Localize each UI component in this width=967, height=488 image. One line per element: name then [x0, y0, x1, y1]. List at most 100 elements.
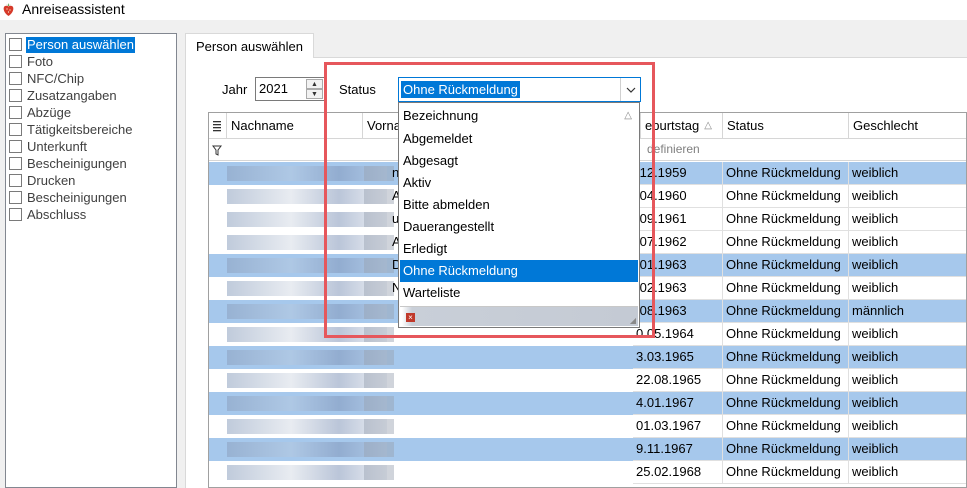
table-row[interactable]: 4.01.1967 Ohne Rückmeldung weiblich — [209, 392, 966, 415]
tab-person-auswaehlen[interactable]: Person auswählen — [185, 33, 314, 58]
geschlecht-cell: weiblich — [849, 346, 966, 369]
step-checkbox[interactable] — [9, 140, 22, 153]
step-label: NFC/Chip — [27, 70, 85, 86]
geburtstag-cell: 9.11.1967 — [633, 438, 723, 461]
status-cell: Ohne Rückmeldung — [723, 346, 849, 369]
step-person-auswaehlen[interactable]: Person auswählen — [9, 36, 135, 53]
strawberry-icon — [3, 3, 14, 16]
step-label: Foto — [27, 53, 54, 69]
step-label: Person auswählen — [26, 36, 135, 53]
status-cell: Ohne Rückmeldung — [723, 392, 849, 415]
vorname-cell — [389, 438, 419, 461]
table-row[interactable]: 9.11.1967 Ohne Rückmeldung weiblich — [209, 438, 966, 461]
geburtstag-cell: 4.01.1967 — [633, 392, 723, 415]
geschlecht-cell: weiblich — [849, 254, 966, 277]
step-bescheinigungen-2[interactable]: Bescheinigungen — [9, 189, 128, 206]
step-zusatzangaben[interactable]: Zusatzangaben — [9, 87, 118, 104]
geschlecht-cell: weiblich — [849, 415, 966, 438]
status-cell: Ohne Rückmeldung — [723, 300, 849, 323]
step-checkbox[interactable] — [9, 106, 22, 119]
status-cell: Ohne Rückmeldung — [723, 162, 849, 185]
status-cell: Ohne Rückmeldung — [723, 438, 849, 461]
geschlecht-cell: weiblich — [849, 461, 966, 484]
status-cell: Ohne Rückmeldung — [723, 461, 849, 484]
vorname-cell — [389, 346, 419, 369]
status-cell: Ohne Rückmeldung — [723, 369, 849, 392]
column-header-status[interactable]: Status — [723, 113, 849, 139]
table-row[interactable]: 01.03.1967 Ohne Rückmeldung weiblich — [209, 415, 966, 438]
vorname-cell — [389, 461, 419, 484]
step-label: Bescheinigungen — [27, 189, 127, 205]
table-row[interactable]: 25.02.1968 Ohne Rückmeldung weiblich — [209, 461, 966, 484]
step-unterkunft[interactable]: Unterkunft — [9, 138, 88, 155]
geschlecht-cell: weiblich — [849, 392, 966, 415]
step-abzuege[interactable]: Abzüge — [9, 104, 72, 121]
vorname-cell — [389, 392, 419, 415]
step-label: Unterkunft — [27, 138, 87, 154]
step-checkbox[interactable] — [9, 123, 22, 136]
status-cell: Ohne Rückmeldung — [723, 323, 849, 346]
status-cell: Ohne Rückmeldung — [723, 185, 849, 208]
geschlecht-cell: weiblich — [849, 231, 966, 254]
status-cell: Ohne Rückmeldung — [723, 231, 849, 254]
step-label: Abschluss — [27, 206, 87, 222]
geburtstag-cell: 22.08.1965 — [633, 369, 723, 392]
redacted-name — [227, 419, 387, 434]
table-row[interactable]: 3.03.1965 Ohne Rückmeldung weiblich — [209, 346, 966, 369]
geschlecht-cell: weiblich — [849, 208, 966, 231]
geschlecht-cell: weiblich — [849, 438, 966, 461]
column-chooser-icon[interactable] — [209, 113, 227, 139]
geschlecht-cell: männlich — [849, 300, 966, 323]
step-label: Bescheinigungen — [27, 155, 127, 171]
vorname-cell — [389, 415, 419, 438]
step-checkbox[interactable] — [9, 191, 22, 204]
step-abschluss[interactable]: Abschluss — [9, 206, 87, 223]
highlight-annotation — [324, 62, 655, 338]
step-checkbox[interactable] — [9, 208, 22, 221]
redacted-name — [227, 396, 387, 411]
sort-ascending-icon: △ — [704, 120, 712, 131]
step-checkbox[interactable] — [9, 38, 22, 51]
step-label: Drucken — [27, 172, 76, 188]
redacted-name — [227, 350, 387, 365]
status-cell: Ohne Rückmeldung — [723, 208, 849, 231]
geschlecht-cell: weiblich — [849, 162, 966, 185]
geschlecht-cell: weiblich — [849, 277, 966, 300]
geburtstag-cell: 3.03.1965 — [633, 346, 723, 369]
wizard-step-list[interactable]: Person auswählen Foto NFC/Chip Zusatzang… — [5, 33, 177, 488]
status-cell: Ohne Rückmeldung — [723, 254, 849, 277]
filter-icon[interactable] — [212, 144, 222, 159]
status-cell: Ohne Rückmeldung — [723, 415, 849, 438]
step-checkbox[interactable] — [9, 72, 22, 85]
redacted-name — [227, 442, 387, 457]
geschlecht-cell: weiblich — [849, 185, 966, 208]
geschlecht-cell: weiblich — [849, 369, 966, 392]
title-bar: Anreiseassistent — [0, 0, 967, 20]
year-label: Jahr — [222, 82, 248, 97]
step-label: Abzüge — [27, 104, 72, 120]
step-checkbox[interactable] — [9, 174, 22, 187]
step-bescheinigungen[interactable]: Bescheinigungen — [9, 155, 128, 172]
year-value[interactable]: 2021 — [259, 81, 288, 96]
step-checkbox[interactable] — [9, 89, 22, 102]
step-label: Zusatzangaben — [27, 87, 117, 103]
vorname-cell — [389, 369, 419, 392]
column-header-geschlecht[interactable]: Geschlecht — [849, 113, 966, 139]
step-label: Tätigkeitsbereiche — [27, 121, 133, 137]
step-taetigkeitsbereiche[interactable]: Tätigkeitsbereiche — [9, 121, 134, 138]
geburtstag-cell: 25.02.1968 — [633, 461, 723, 484]
window-title: Anreiseassistent — [22, 1, 125, 17]
table-row[interactable]: 22.08.1965 Ohne Rückmeldung weiblich — [209, 369, 966, 392]
spin-down-icon[interactable]: ▼ — [306, 89, 323, 99]
step-checkbox[interactable] — [9, 157, 22, 170]
spin-up-icon[interactable]: ▲ — [306, 79, 323, 89]
geschlecht-cell: weiblich — [849, 323, 966, 346]
step-drucken[interactable]: Drucken — [9, 172, 76, 189]
redacted-name — [227, 465, 387, 480]
step-foto[interactable]: Foto — [9, 53, 54, 70]
tab-label: Person auswählen — [196, 38, 303, 54]
redacted-name — [227, 373, 387, 388]
step-nfc-chip[interactable]: NFC/Chip — [9, 70, 85, 87]
year-spinner[interactable]: 2021 ▲ ▼ — [255, 77, 325, 101]
step-checkbox[interactable] — [9, 55, 22, 68]
